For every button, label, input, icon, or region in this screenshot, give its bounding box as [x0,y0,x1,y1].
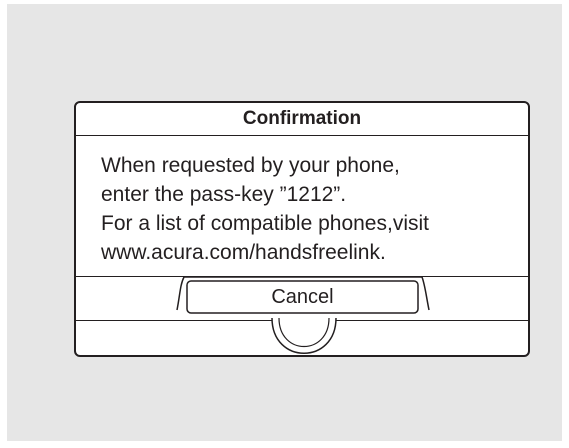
cancel-button[interactable]: Cancel [184,281,421,314]
display-screen: Confirmation When requested by your phon… [7,4,562,441]
cancel-button-label: Cancel [271,286,334,308]
message-line: enter the pass-key ”1212”. [101,183,347,206]
lower-divider [76,320,528,321]
message-line: When requested by your phone, [101,154,400,177]
dialog-title: Confirmation [242,108,362,129]
confirmation-dialog: Confirmation When requested by your phon… [74,101,530,357]
message-line: www.acura.com/handsfreelink. [101,241,386,264]
dialog-message: When requested by your phone, enter the … [101,151,521,267]
message-divider [76,276,528,277]
message-line: For a list of compatible phones,visit [101,212,429,235]
title-divider [76,135,528,136]
